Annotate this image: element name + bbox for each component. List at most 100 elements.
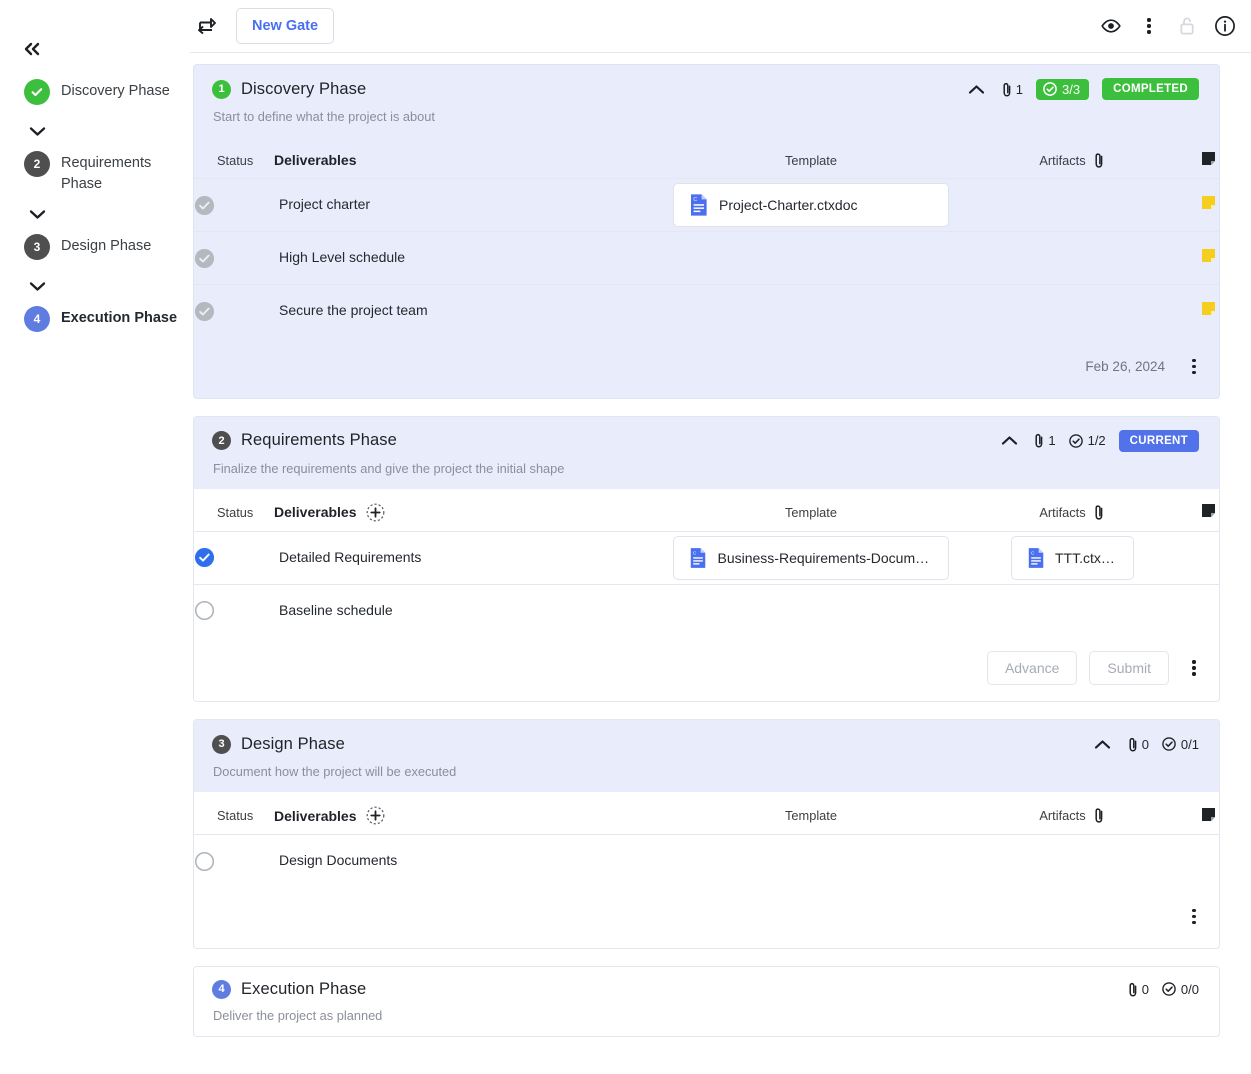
attachment-count-value: 1 (1048, 433, 1056, 448)
template-file-chip[interactable]: C Project-Charter.ctxdoc (673, 183, 949, 227)
phase-description: Document how the project will be execute… (213, 764, 457, 779)
eye-icon[interactable] (1099, 14, 1123, 38)
status-badge: COMPLETED (1102, 78, 1199, 100)
phase-number-badge: 4 (212, 979, 231, 999)
advance-button[interactable]: Advance (986, 651, 1078, 685)
table-row[interactable]: Secure the project team (194, 285, 1219, 338)
phase-card-requirements: 2 Requirements Phase 1 1/2 CURRENT Final… (193, 415, 1220, 702)
phase-menu-button[interactable] (1183, 653, 1205, 683)
sticky-note-yellow-icon[interactable] (1201, 248, 1216, 268)
deliverable-name: Design Documents (279, 852, 398, 869)
deliverable-progress-value: 0/1 (1180, 736, 1199, 752)
swap-arrows-icon[interactable] (192, 11, 222, 41)
sidebar-gate-chevron-2[interactable] (24, 197, 50, 231)
row-artifacts-cell (956, 835, 1188, 888)
status-check-filled-grey-icon[interactable] (194, 248, 215, 269)
phase-menu-button[interactable] (1183, 352, 1205, 382)
table-header-row: Status Deliverables Template Artifacts (194, 792, 1219, 835)
sticky-note-icon (1201, 152, 1215, 165)
row-status-cell[interactable] (194, 178, 274, 232)
paperclip-icon (1003, 82, 1011, 97)
row-note-cell (1188, 178, 1219, 232)
phase-footer: Feb 26, 2024 (194, 338, 1219, 398)
attachment-count: 1 (1001, 81, 1023, 98)
new-gate-button[interactable]: New Gate (236, 8, 335, 44)
phase-menu-button[interactable] (1183, 902, 1205, 932)
row-status-cell[interactable] (194, 584, 274, 637)
col-template: Template (666, 137, 956, 179)
row-status-cell[interactable] (194, 285, 274, 338)
gate-review-app: Discovery Phase 2 Requirements Phase 3 D… (0, 0, 1251, 1074)
col-notes (1188, 488, 1219, 532)
status-check-filled-grey-icon[interactable] (194, 301, 215, 322)
row-deliverable-cell: Secure the project team (274, 285, 666, 338)
collapse-phase-chevron[interactable] (998, 430, 1020, 452)
status-circle-empty-icon[interactable] (194, 851, 215, 872)
info-icon[interactable] (1213, 14, 1237, 38)
status-check-filled-grey-icon[interactable] (194, 195, 215, 216)
table-row[interactable]: High Level schedule (194, 231, 1219, 285)
row-deliverable-cell: Baseline schedule (274, 584, 666, 637)
row-artifacts-cell (956, 178, 1188, 232)
deliverable-progress-badge: 0/1 (1162, 737, 1199, 752)
sticky-note-yellow-icon[interactable] (1201, 301, 1216, 321)
sidebar-item-requirements-phase[interactable]: 2 Requirements Phase (0, 150, 190, 195)
template-file-name: Project-Charter.ctxdoc (719, 197, 858, 213)
add-deliverable-icon[interactable] (366, 503, 385, 522)
phase-description: Deliver the project as planned (213, 1007, 383, 1023)
row-note-cell (1188, 531, 1219, 585)
col-artifacts-label: Artifacts (1039, 152, 1086, 168)
chevron-up-icon (1001, 436, 1017, 445)
row-artifacts-cell: C TTT.ctxdoc (956, 531, 1188, 585)
row-status-cell[interactable] (194, 531, 274, 585)
lock-icon[interactable] (1175, 14, 1199, 38)
row-artifacts-cell (956, 285, 1188, 338)
table-row[interactable]: Project charter C Project-Charter.ctxdoc (194, 178, 1219, 232)
deliverable-name: Secure the project team (279, 302, 428, 319)
col-artifacts-label: Artifacts (1039, 504, 1086, 520)
status-circle-empty-icon[interactable] (194, 600, 215, 621)
row-template-cell (666, 285, 956, 338)
col-artifacts-label: Artifacts (1039, 808, 1086, 823)
table-row[interactable]: Design Documents (194, 835, 1219, 888)
sidebar-item-label: Discovery Phase (61, 83, 170, 99)
document-icon: C (691, 194, 707, 216)
sidebar-gate-chevron-1[interactable] (24, 114, 50, 148)
deliverables-table-wrap: Status Deliverables Template Artifacts D… (194, 792, 1219, 948)
paperclip-icon (1095, 808, 1102, 823)
attachment-count: 1 (1033, 432, 1056, 449)
vertical-dots-icon[interactable] (1137, 14, 1161, 38)
table-header-row: Status Deliverables Template Artifacts (194, 488, 1219, 532)
check-circle-icon (1068, 433, 1083, 448)
sticky-note-yellow-icon[interactable] (1201, 195, 1216, 215)
phase-nav-list: Discovery Phase 2 Requirements Phase 3 D… (0, 78, 190, 339)
submit-button[interactable]: Submit (1089, 651, 1169, 685)
sidebar-item-execution-phase[interactable]: 4 Execution Phase (0, 305, 190, 339)
table-row[interactable]: Detailed Requirements C Business-Require… (194, 531, 1219, 585)
sidebar-item-discovery-phase[interactable]: Discovery Phase (0, 78, 190, 112)
document-icon: C (1028, 547, 1043, 568)
status-badge: CURRENT (1118, 429, 1199, 452)
sidebar-item-label: Design Phase (61, 238, 152, 254)
toolbar-actions (1099, 14, 1237, 38)
status-check-filled-blue-icon[interactable] (194, 547, 215, 568)
sidebar-gate-chevron-3[interactable] (24, 269, 50, 303)
row-artifacts-cell (956, 584, 1188, 637)
phase-card-design: 3 Design Phase 0 0/1 Document how the pr… (193, 719, 1220, 949)
col-artifacts: Artifacts (956, 792, 1188, 835)
phase-title: Design Phase (241, 734, 345, 753)
sidebar-item-design-phase[interactable]: 3 Design Phase (0, 233, 190, 267)
collapse-phase-chevron[interactable] (966, 78, 988, 100)
collapse-phase-chevron[interactable] (1092, 733, 1114, 755)
row-status-cell[interactable] (194, 835, 274, 888)
add-deliverable-icon[interactable] (366, 806, 385, 825)
phase-completion-date: Feb 26, 2024 (1085, 359, 1165, 374)
col-status: Status (194, 137, 274, 179)
artifact-file-chip[interactable]: C TTT.ctxdoc (1010, 535, 1134, 580)
table-row[interactable]: Baseline schedule (194, 584, 1219, 637)
phase-footer: Advance Submit (194, 637, 1219, 701)
collapse-sidebar-button[interactable] (22, 34, 58, 64)
row-status-cell[interactable] (194, 231, 274, 285)
attachment-count: 0 (1127, 981, 1149, 998)
template-file-chip[interactable]: C Business-Requirements-Document-... (673, 535, 949, 580)
